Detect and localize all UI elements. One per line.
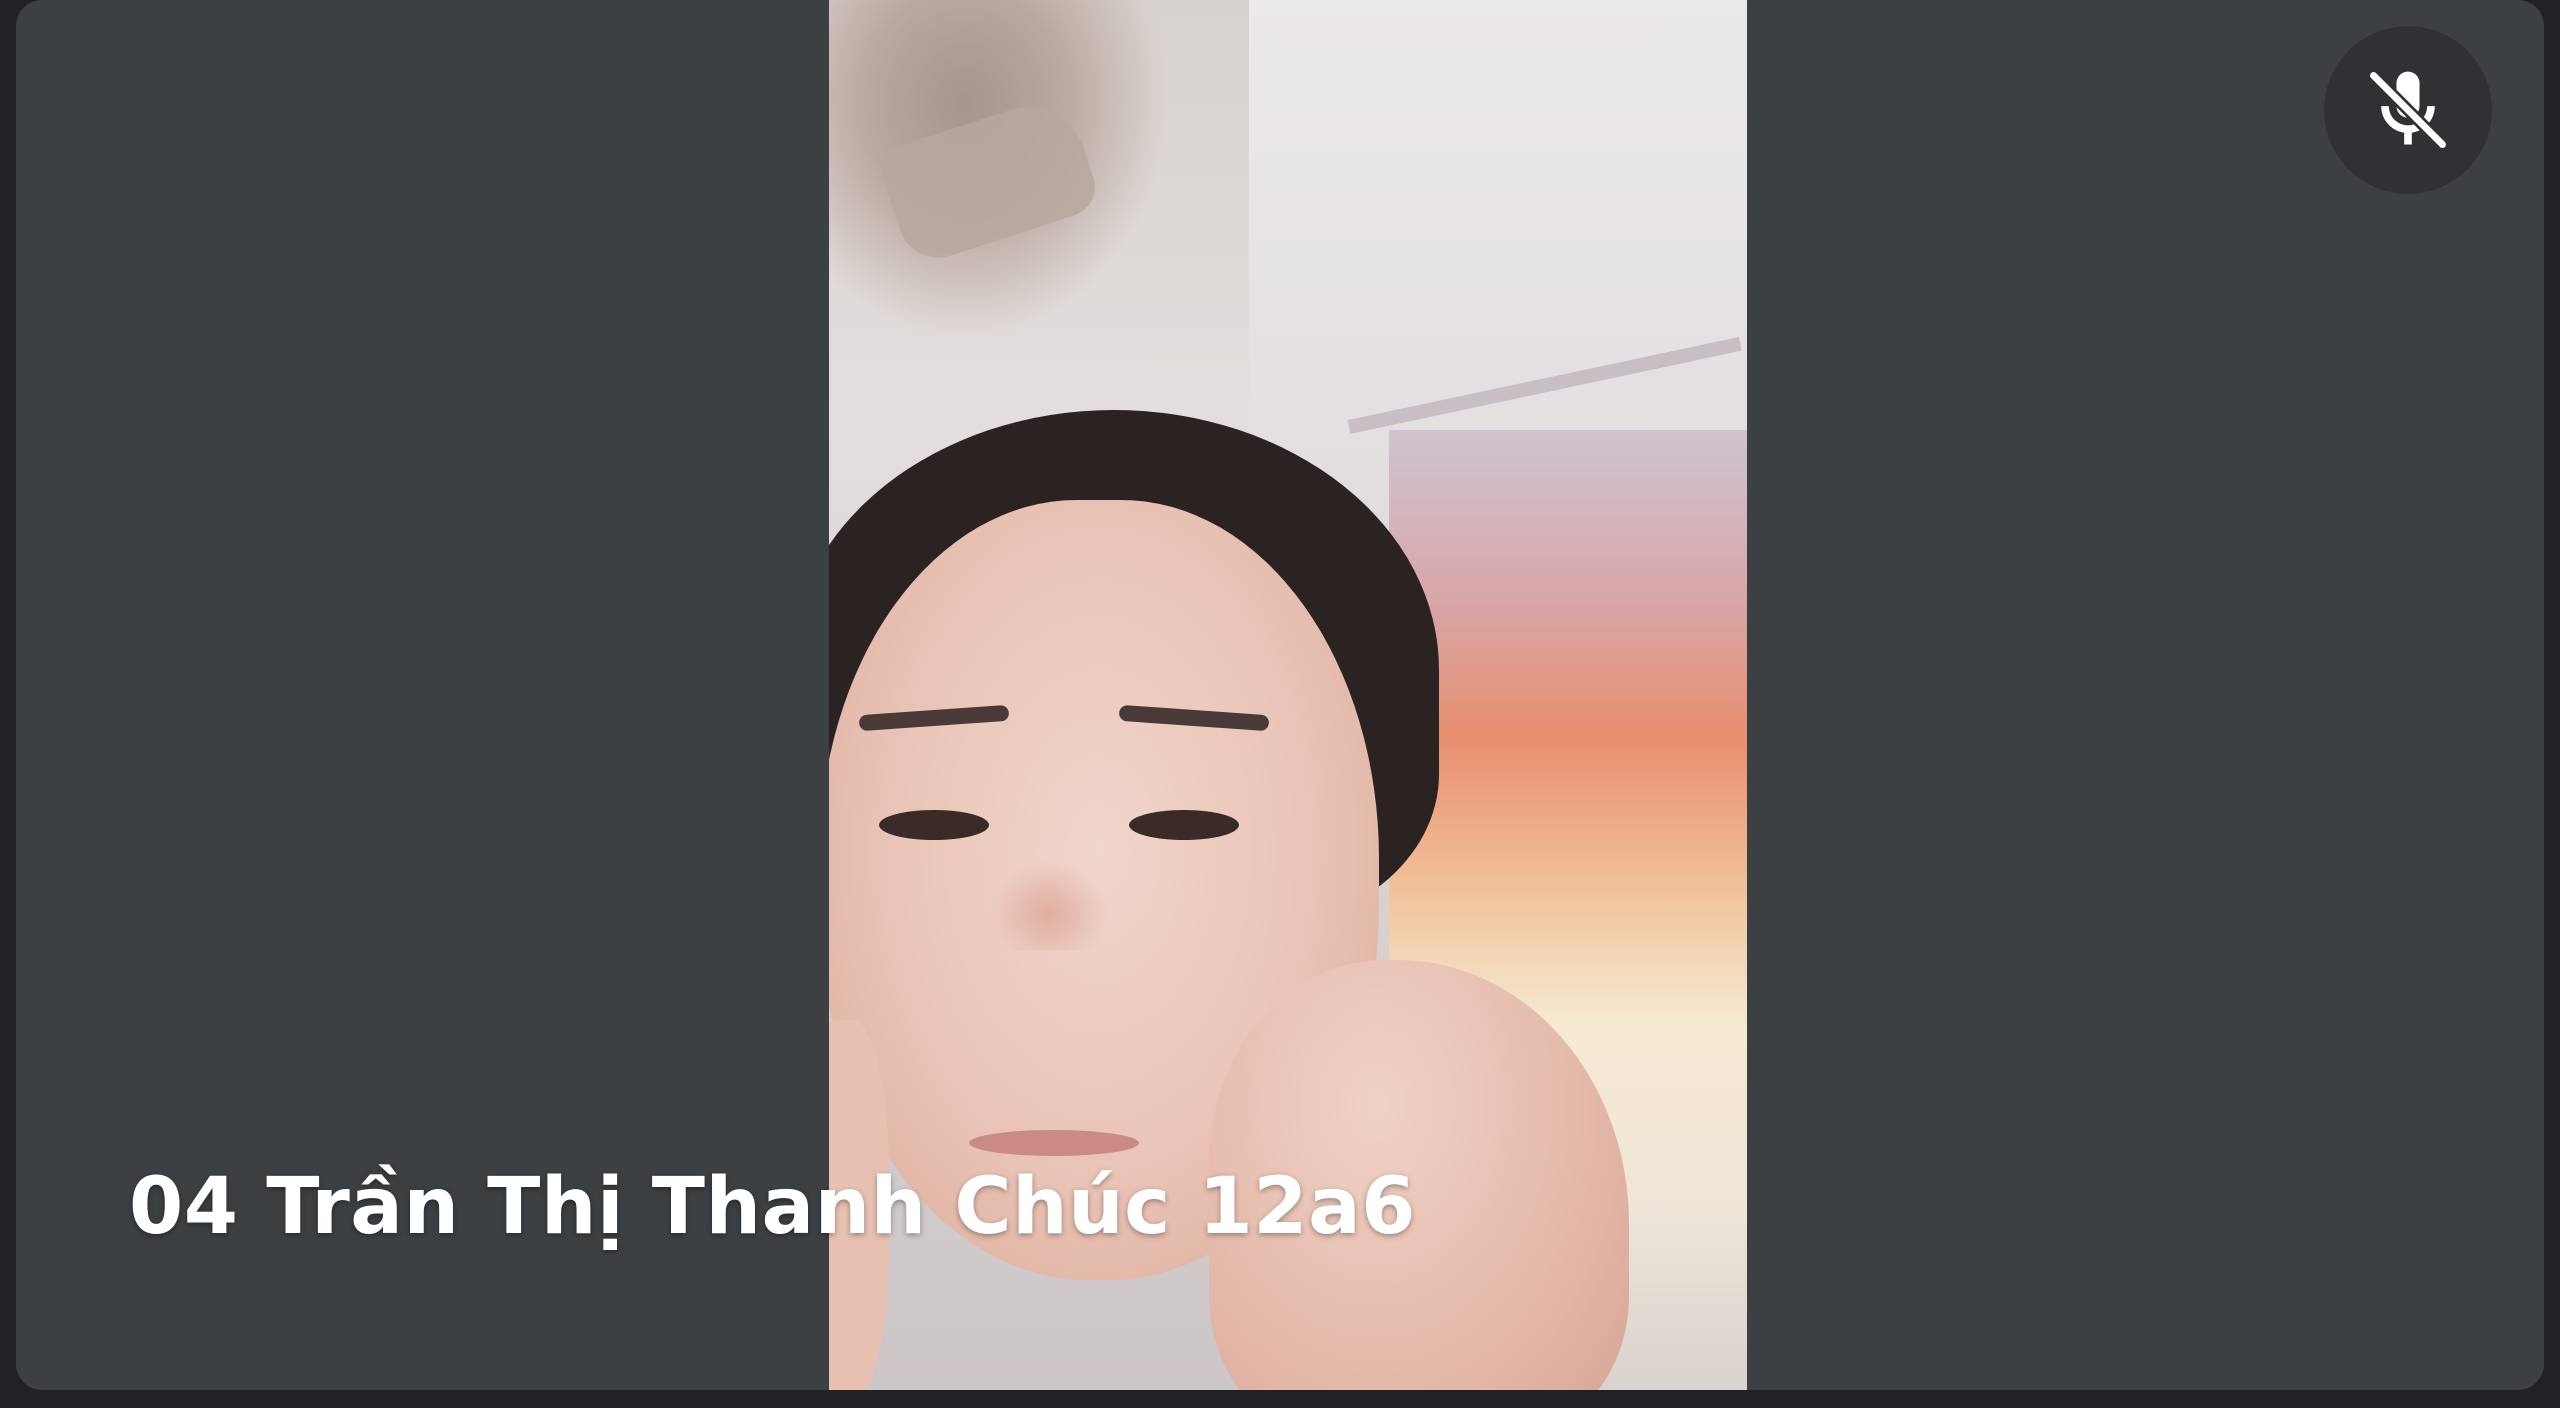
left-eye [879,810,989,840]
participant-tile[interactable]: 04 Trần Thị Thanh Chúc 12a6 [16,0,2544,1390]
mic-status-indicator [2324,26,2492,194]
participant-name-label: 04 Trần Thị Thanh Chúc 12a6 [129,1162,1416,1252]
mouth [969,1130,1139,1156]
nose [989,860,1109,950]
right-eyebrow [1118,704,1270,732]
ceiling-fan [829,0,1169,340]
left-eyebrow [858,704,1010,732]
mic-off-icon [2367,69,2449,151]
right-eye [1129,810,1239,840]
fan-blade [875,92,1103,268]
